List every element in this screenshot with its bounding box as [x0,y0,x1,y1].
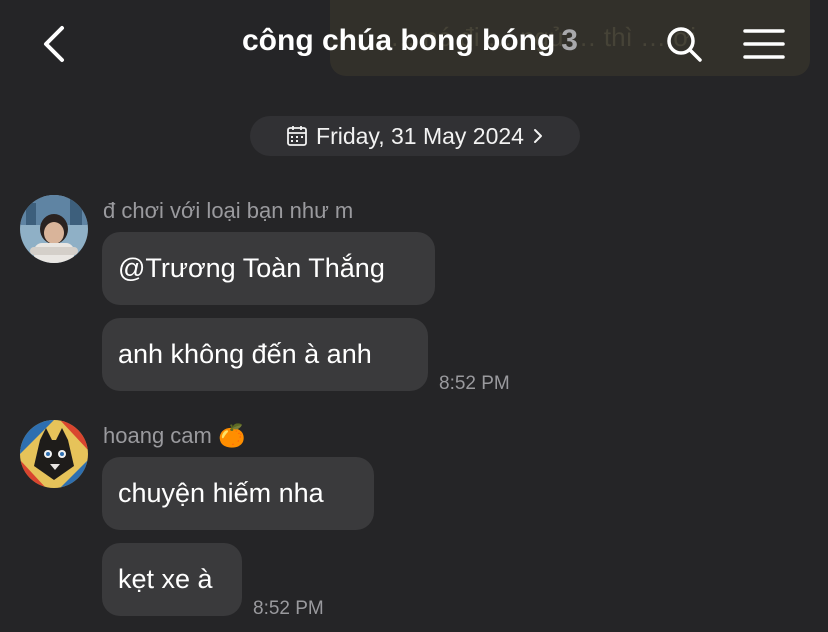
sender-name: hoang cam 🍊 [103,423,246,448]
chevron-left-icon [44,26,64,62]
search-icon [667,27,702,62]
group-name: công chúa bong bóng [242,24,556,57]
message-timestamp: 8:52 PM [439,373,510,394]
avatar[interactable] [20,195,88,263]
back-button[interactable] [32,20,76,68]
avatar[interactable] [20,420,88,488]
message-timestamp: 8:52 PM [253,598,324,619]
hamburger-menu-icon [743,29,785,59]
message-bubble[interactable]: @Trương Toàn Thắng [102,232,435,305]
message-text: @Trương Toàn Thắng [118,253,385,283]
message-bubble[interactable]: anh không đến à anh [102,318,428,391]
menu-button[interactable] [740,20,788,68]
date-divider[interactable]: Friday, 31 May 2024 [250,116,580,156]
sender-name: đ chơi với loại bạn như m [103,198,354,223]
date-label: Friday, 31 May 2024 [316,122,524,149]
avatar-photo [20,195,88,263]
chevron-right-icon [533,129,542,143]
message-text: kẹt xe à [118,564,213,594]
message-bubble[interactable]: kẹt xe à [102,543,242,616]
chat-header: … nó đi … ngủ … thì … ơi công chúa bong … [0,0,828,90]
avatar-cat-artwork [20,420,88,488]
chat-title[interactable]: công chúa bong bóng 3 [170,24,650,58]
message-bubble[interactable]: chuyện hiếm nha [102,457,374,530]
calendar-icon [287,126,307,146]
message-text: anh không đến à anh [118,339,372,369]
member-count: 3 [561,24,578,57]
search-button[interactable] [662,20,706,68]
message-text: chuyện hiếm nha [118,478,324,508]
